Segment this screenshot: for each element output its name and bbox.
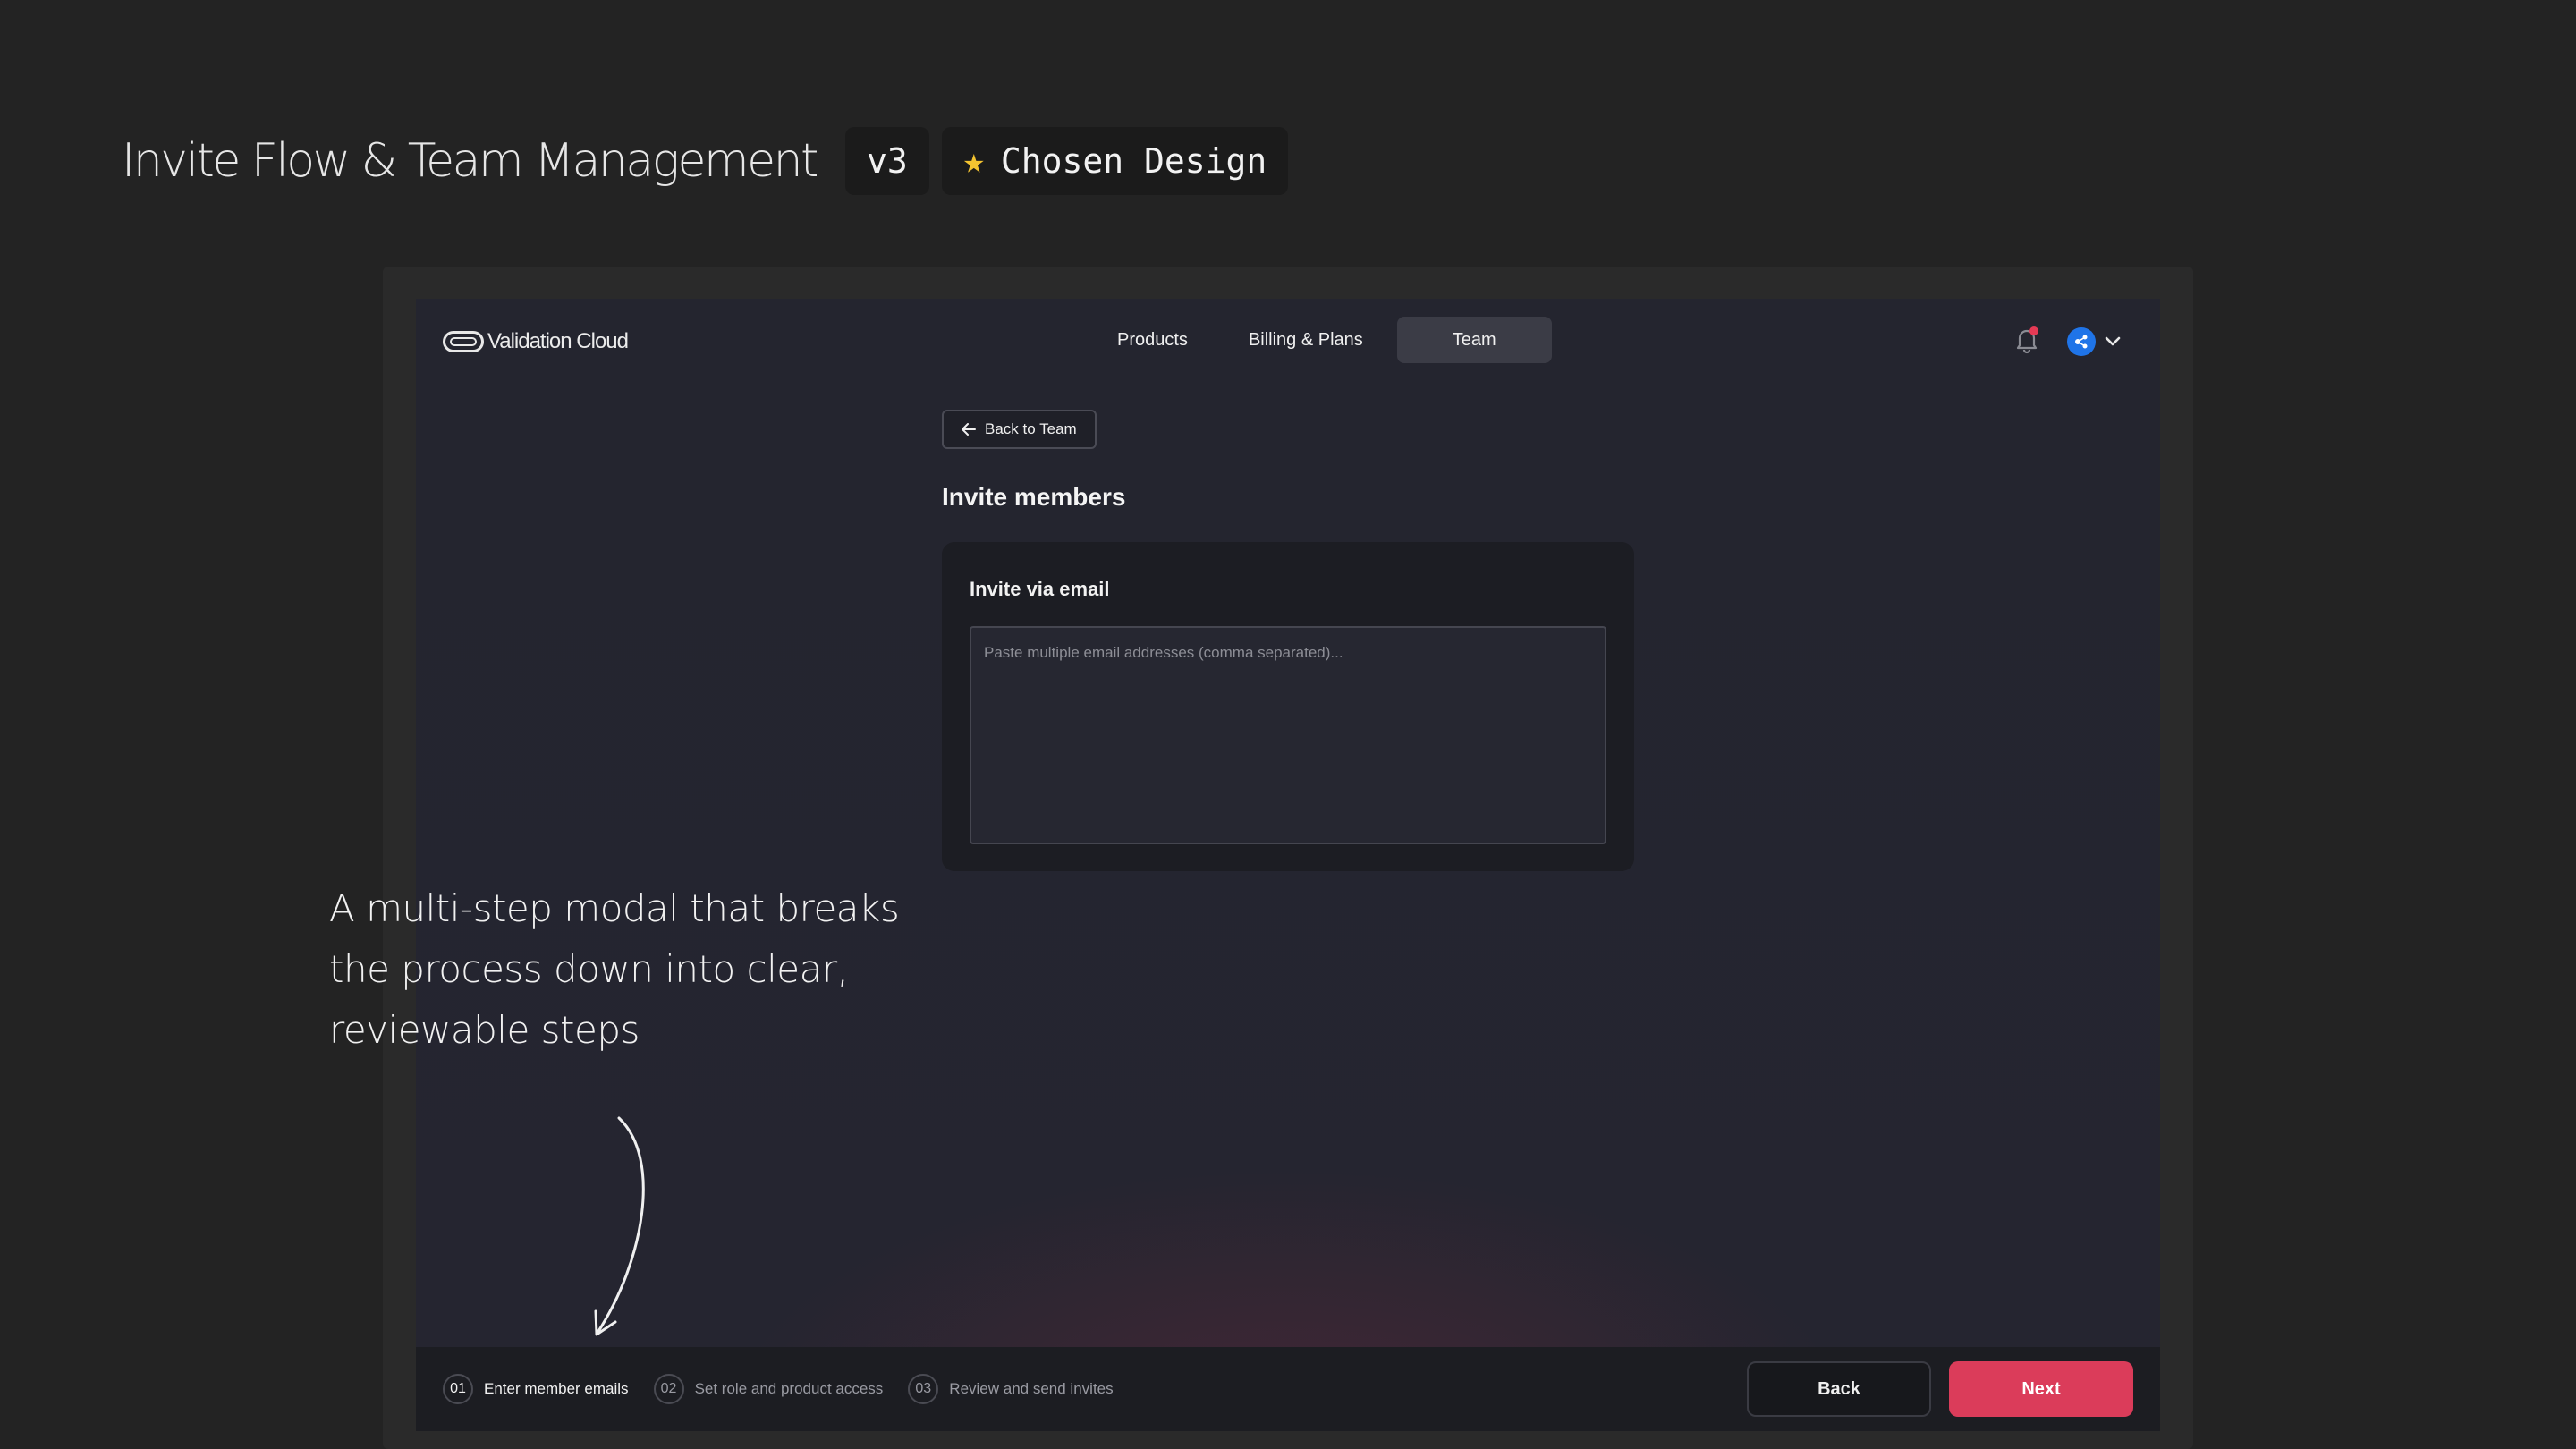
step-label: Enter member emails (484, 1380, 629, 1397)
chevron-down-icon[interactable] (2105, 336, 2121, 347)
step-3: 03 Review and send invites (908, 1374, 1114, 1404)
step-number: 01 (443, 1374, 473, 1404)
back-to-team-button[interactable]: Back to Team (942, 410, 1097, 449)
step-number: 03 (908, 1374, 939, 1404)
star-icon: ★ (962, 140, 985, 182)
nav-team[interactable]: Team (1396, 317, 1552, 363)
chosen-design-label: Chosen Design (1000, 141, 1267, 181)
back-button[interactable]: Back (1747, 1361, 1931, 1417)
top-nav: Products Billing & Plans Team (1090, 317, 1552, 363)
step-2: 02 Set role and product access (653, 1374, 884, 1404)
account-menu[interactable] (2067, 327, 2121, 356)
arrow-left-icon (962, 423, 976, 436)
email-textarea[interactable]: Paste multiple email addresses (comma se… (970, 626, 1606, 844)
page-title: Invite members (942, 483, 1126, 511)
nav-billing-plans[interactable]: Billing & Plans (1222, 317, 1390, 363)
step-number: 02 (653, 1374, 684, 1404)
nav-products[interactable]: Products (1090, 317, 1215, 363)
validation-cloud-logo[interactable]: Validation Cloud (443, 329, 629, 354)
step-1: 01 Enter member emails (443, 1374, 629, 1404)
invite-card: Invite via email Paste multiple email ad… (942, 542, 1634, 871)
email-placeholder: Paste multiple email addresses (comma se… (984, 644, 1343, 661)
presentation-header: Invite Flow & Team Management v3 ★ Chose… (122, 127, 1289, 195)
version-badge: v3 (844, 127, 929, 195)
stepper-footer: 01 Enter member emails 02 Set role and p… (416, 1347, 2160, 1431)
next-button[interactable]: Next (1949, 1361, 2133, 1417)
notifications-bell-icon[interactable] (2013, 326, 2040, 356)
step-label: Review and send invites (949, 1380, 1114, 1397)
chosen-design-badge: ★ Chosen Design (941, 127, 1289, 195)
annotation-text: A multi-step modal that breaks the proce… (329, 886, 900, 1052)
logo-text: Validation Cloud (487, 329, 629, 353)
stepper: 01 Enter member emails 02 Set role and p… (443, 1374, 1114, 1404)
notification-dot (2029, 326, 2038, 335)
avatar[interactable] (2067, 327, 2096, 356)
app-screen: Validation Cloud Products Billing & Plan… (416, 299, 2160, 1431)
invite-via-email-title: Invite via email (970, 578, 1110, 600)
presentation-title: Invite Flow & Team Management (122, 134, 818, 188)
back-to-team-label: Back to Team (985, 420, 1077, 437)
logo-mark-icon (443, 331, 484, 352)
step-label: Set role and product access (694, 1380, 884, 1397)
annotation-arrow-icon (594, 1116, 645, 1336)
